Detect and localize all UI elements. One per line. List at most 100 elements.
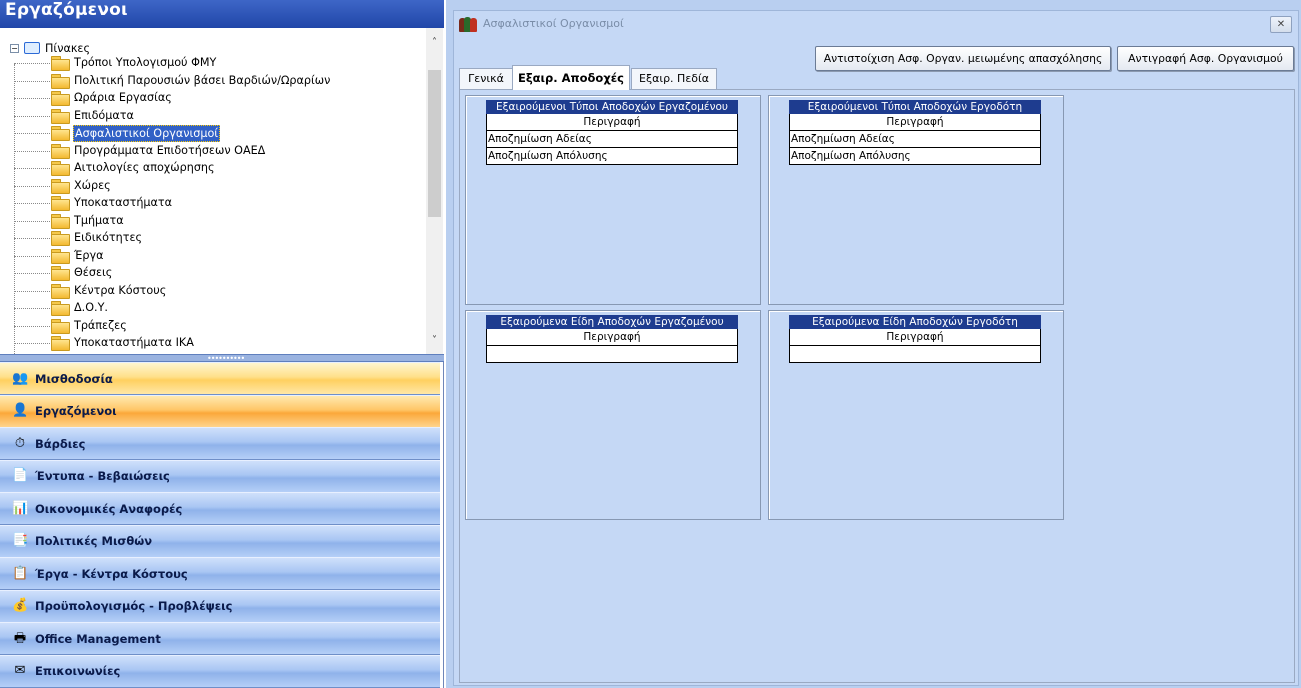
table-row[interactable] <box>486 346 738 363</box>
table-row[interactable]: Αποζημίωση Αδείας <box>486 131 738 148</box>
tree-scrollbar[interactable]: ˄ ˅ <box>426 28 443 354</box>
tree-item-label: Ωράρια Εργασίας <box>74 91 172 104</box>
tree-item[interactable]: Προγράμματα Επιδοτήσεων ΟΑΕΔ <box>0 142 420 160</box>
collapse-icon[interactable]: − <box>10 43 19 53</box>
policy-icon: 📑 <box>12 533 29 548</box>
tree-item[interactable]: Επιδόματα <box>0 107 420 125</box>
window-titlebar: Ασφαλιστικοί Οργανισμοί ✕ <box>454 11 1298 36</box>
workspace: Ασφαλιστικοί Οργανισμοί ✕ Αντιστοίχιση Α… <box>446 0 1301 688</box>
employee-icon: 👤 <box>12 403 29 418</box>
copy-organization-button[interactable]: Αντιγραφή Ασφ. Οργανισμού <box>1117 46 1294 71</box>
tree-branch-line <box>14 133 50 134</box>
tree-item[interactable]: Υποκαταστήματα ΙΚΑ <box>0 334 420 352</box>
scroll-down-icon[interactable]: ˅ <box>426 332 443 349</box>
nav-button[interactable]: 💰 Προϋπολογισμός - Προβλέψεις <box>0 589 440 623</box>
tree-item[interactable]: Υποκαταστήματα <box>0 194 420 212</box>
office-icon: 🖶 <box>13 630 27 646</box>
grid-title: Εξαιρούμενοι Τύποι Αποδοχών Εργοδότη <box>789 100 1041 114</box>
nav-button[interactable]: 📊 Οικονομικές Αναφορές <box>0 492 440 525</box>
tab[interactable]: Εξαιρ. Πεδία <box>631 68 717 89</box>
folder-icon <box>51 91 70 106</box>
nav-button[interactable]: ✉ Επικοινωνίες <box>0 654 440 688</box>
nav-button[interactable]: ⏱ Βάρδιες <box>0 427 440 460</box>
excluded-earnings-panel: Εξαιρούμενοι Τύποι Αποδοχών Εργαζομένου Π… <box>465 95 761 305</box>
tree-item[interactable]: Κέντρα Κόστους <box>0 282 420 300</box>
nav-button[interactable]: 👤 Εργαζόμενοι <box>0 394 440 428</box>
folder-icon <box>51 266 70 281</box>
excluded-earnings-grid: Εξαιρούμενα Είδη Αποδοχών Εργοδότη Περιγρ… <box>789 315 1041 363</box>
nav-button[interactable]: 📄 Έντυπα - Βεβαιώσεις <box>0 459 440 493</box>
tree-item-label: Υποκαταστήματα ΙΚΑ <box>74 336 194 349</box>
folder-icon <box>51 248 70 264</box>
forms-icon: 📄 <box>12 468 29 483</box>
tree-item[interactable]: Έργα <box>0 247 420 265</box>
tree-item[interactable]: Τμήματα <box>0 212 420 230</box>
excluded-earnings-grid: Εξαιρούμενοι Τύποι Αποδοχών Εργοδότη Περι… <box>789 100 1041 165</box>
tab[interactable]: Γενικά <box>459 68 513 89</box>
grid-column-header[interactable]: Περιγραφή <box>486 329 738 346</box>
tab-content: Εξαιρούμενοι Τύποι Αποδοχών Εργαζομένου Π… <box>459 89 1295 683</box>
folder-icon <box>51 178 70 194</box>
table-row[interactable]: Αποζημίωση Απόλυσης <box>486 148 738 165</box>
nav-button-label: Office Management <box>35 631 161 646</box>
grid-title: Εξαιρούμενα Είδη Αποδοχών Εργαζομένου <box>486 315 738 329</box>
tree-item[interactable]: Δ.Ο.Υ. <box>0 299 420 317</box>
nav-button-label: Έργα - Κέντρα Κόστους <box>35 566 188 581</box>
grip-icon: •••••••••• <box>207 354 245 363</box>
table-row[interactable] <box>789 346 1041 363</box>
close-button[interactable]: ✕ <box>1270 16 1292 33</box>
table-row[interactable]: Αποζημίωση Απόλυσης <box>789 148 1041 165</box>
communications-icon: ✉ <box>14 663 26 678</box>
folder-icon <box>51 336 70 351</box>
tree-branch-line <box>14 343 50 344</box>
tree-branch-line <box>14 115 50 117</box>
folder-open-icon <box>24 42 40 54</box>
excluded-earnings-grid: Εξαιρούμενα Είδη Αποδοχών Εργαζομένου Περ… <box>486 315 738 363</box>
tab[interactable]: Εξαιρ. Αποδοχές <box>512 65 630 90</box>
tree-root-label: Πίνακες <box>45 41 91 55</box>
tree-item[interactable]: Αιτιολογίες αποχώρησης <box>0 159 420 177</box>
grid-title: Εξαιρούμενοι Τύποι Αποδοχών Εργαζομένου <box>486 100 738 114</box>
shift-icon: ⏱ <box>14 435 26 451</box>
tree-item-label: Υποκαταστήματα <box>74 196 173 209</box>
tree-branch-line <box>14 168 50 169</box>
tree-item[interactable]: Ασφαλιστικοί Οργανισμοί <box>0 124 420 142</box>
reports-icon: 📊 <box>12 500 29 516</box>
nav-button[interactable]: 📑 Πολιτικές Μισθών <box>0 524 440 558</box>
grid-column-header[interactable]: Περιγραφή <box>486 114 738 131</box>
tree-item-label: Τρόποι Υπολογισμού ΦΜΥ <box>74 56 217 69</box>
map-reduced-employment-button[interactable]: Αντιστοίχιση Ασφ. Οργαν. μειωμένης απασχ… <box>815 46 1111 71</box>
nav-button-label: Εργαζόμενοι <box>35 404 117 418</box>
nav-button[interactable]: 🖶 Office Management <box>0 622 440 655</box>
tree-item[interactable]: Χώρες <box>0 177 420 195</box>
tree-item-label: Πολιτική Παρουσιών βάσει Βαρδιών/Ωραρίων <box>74 73 331 87</box>
folder-icon <box>51 301 70 316</box>
scroll-thumb[interactable] <box>428 70 441 217</box>
table-row[interactable]: Αποζημίωση Αδείας <box>789 131 1041 148</box>
nav-button-label: Οικονομικές Αναφορές <box>35 501 183 516</box>
folder-icon <box>51 283 70 299</box>
panel-splitter[interactable]: •••••••••• <box>0 354 444 363</box>
excluded-earnings-panel: Εξαιρούμενα Είδη Αποδοχών Εργαζομένου Περ… <box>465 310 761 520</box>
grid-column-header[interactable]: Περιγραφή <box>789 114 1041 131</box>
tree-item[interactable]: Τράπεζες <box>0 317 420 335</box>
tree-item[interactable]: Θέσεις <box>0 264 420 282</box>
tree-item-label: Επιδόματα <box>74 108 134 122</box>
tree-branch-line <box>14 290 50 292</box>
tree-branch-line <box>14 203 50 204</box>
tree-item[interactable]: Πολιτική Παρουσιών βάσει Βαρδιών/Ωραρίων <box>0 72 420 90</box>
projects-icon: 📋 <box>12 565 29 581</box>
scroll-up-icon[interactable]: ˄ <box>426 34 443 51</box>
tree-item-label: Κέντρα Κόστους <box>74 283 167 297</box>
tree-branch-line <box>14 80 50 82</box>
tree-item-label: Τράπεζες <box>74 318 127 332</box>
tree-item-label: Ειδικότητες <box>74 231 143 244</box>
tree-item[interactable]: Τρόποι Υπολογισμού ΦΜΥ <box>0 54 420 72</box>
grid-column-header[interactable]: Περιγραφή <box>789 329 1041 346</box>
tree-item[interactable]: Ειδικότητες <box>0 229 420 247</box>
nav-button[interactable]: 📋 Έργα - Κέντρα Κόστους <box>0 557 440 590</box>
nav-button[interactable]: 👥 Μισθοδοσία <box>0 362 440 395</box>
excluded-earnings-panel: Εξαιρούμενα Είδη Αποδοχών Εργοδότη Περιγρ… <box>768 310 1064 520</box>
tree-item[interactable]: Ωράρια Εργασίας <box>0 89 420 107</box>
folder-icon <box>51 318 70 334</box>
